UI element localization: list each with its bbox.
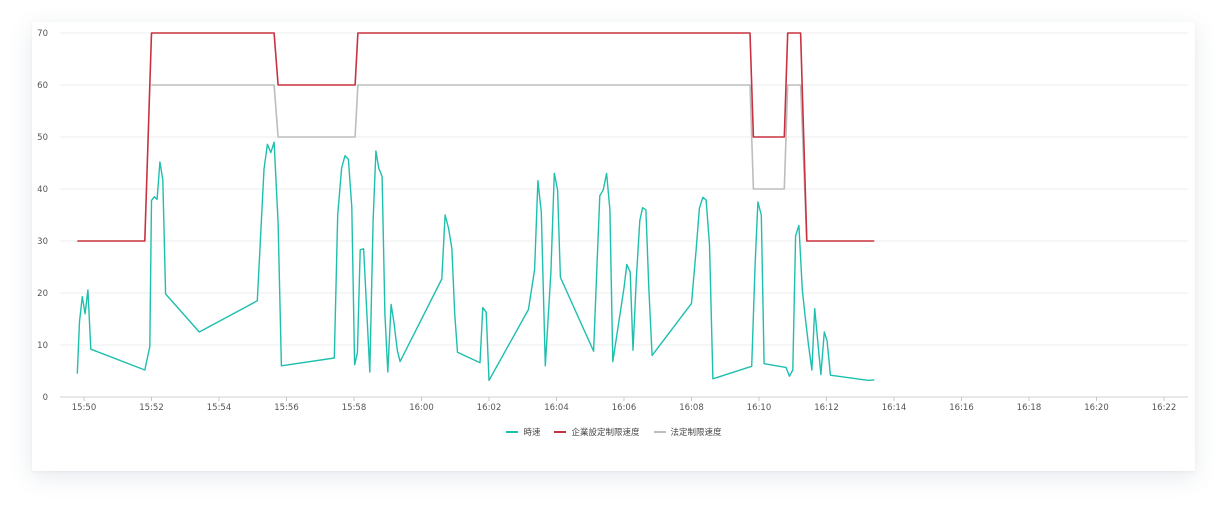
y-tick-label: 40 — [37, 185, 48, 195]
legend-label: 時速 — [523, 428, 541, 438]
legend-item[interactable]: 時速 — [506, 426, 540, 438]
x-tick-label: 16:14 — [882, 403, 907, 413]
grid-lines — [60, 32, 1188, 398]
x-tick-label: 16:16 — [949, 403, 974, 413]
series-line-3 — [151, 84, 808, 242]
x-tick-label: 15:52 — [139, 403, 164, 413]
y-tick-label: 70 — [37, 29, 48, 39]
legend-item[interactable]: 企業設定制限速度 — [554, 426, 640, 438]
y-axis-ticks: 0 10 20 30 40 50 60 70 — [37, 29, 48, 403]
y-tick-label: 50 — [37, 133, 48, 143]
x-tick-label: 16:10 — [747, 403, 772, 413]
x-axis-ticks: 15:50 15:52 15:54 15:56 15:58 16:00 16:02 16:04… — [72, 397, 1177, 413]
x-tick-label: 16:12 — [814, 403, 839, 413]
legend-label: 企業設定制限速度 — [571, 428, 640, 438]
legend-label: 法定制限速度 — [670, 428, 722, 438]
chart-legend: 時速 企業設定制限速度 法定制限速度 — [0, 426, 1228, 438]
legend-swatch — [554, 431, 567, 433]
x-tick-label: 16:04 — [544, 403, 569, 413]
y-tick-label: 10 — [37, 341, 48, 351]
x-tick-label: 16:02 — [477, 403, 502, 413]
y-tick-label: 20 — [37, 289, 48, 299]
x-tick-label: 16:20 — [1084, 403, 1109, 413]
x-tick-label: 15:50 — [72, 403, 97, 413]
x-tick-label: 15:56 — [274, 403, 299, 413]
legend-swatch — [506, 431, 519, 433]
y-tick-label: 30 — [37, 237, 48, 247]
y-tick-label: 0 — [43, 393, 48, 403]
legend-swatch — [653, 431, 666, 433]
x-tick-label: 16:00 — [409, 403, 434, 413]
x-tick-label: 15:58 — [342, 403, 367, 413]
legend-item[interactable]: 法定制限速度 — [653, 426, 722, 438]
x-tick-label: 16:08 — [679, 403, 704, 413]
x-tick-label: 16:22 — [1152, 403, 1177, 413]
x-tick-label: 15:54 — [207, 403, 232, 413]
x-tick-label: 16:06 — [612, 403, 637, 413]
y-tick-label: 60 — [37, 81, 48, 91]
x-tick-label: 16:18 — [1017, 403, 1042, 413]
